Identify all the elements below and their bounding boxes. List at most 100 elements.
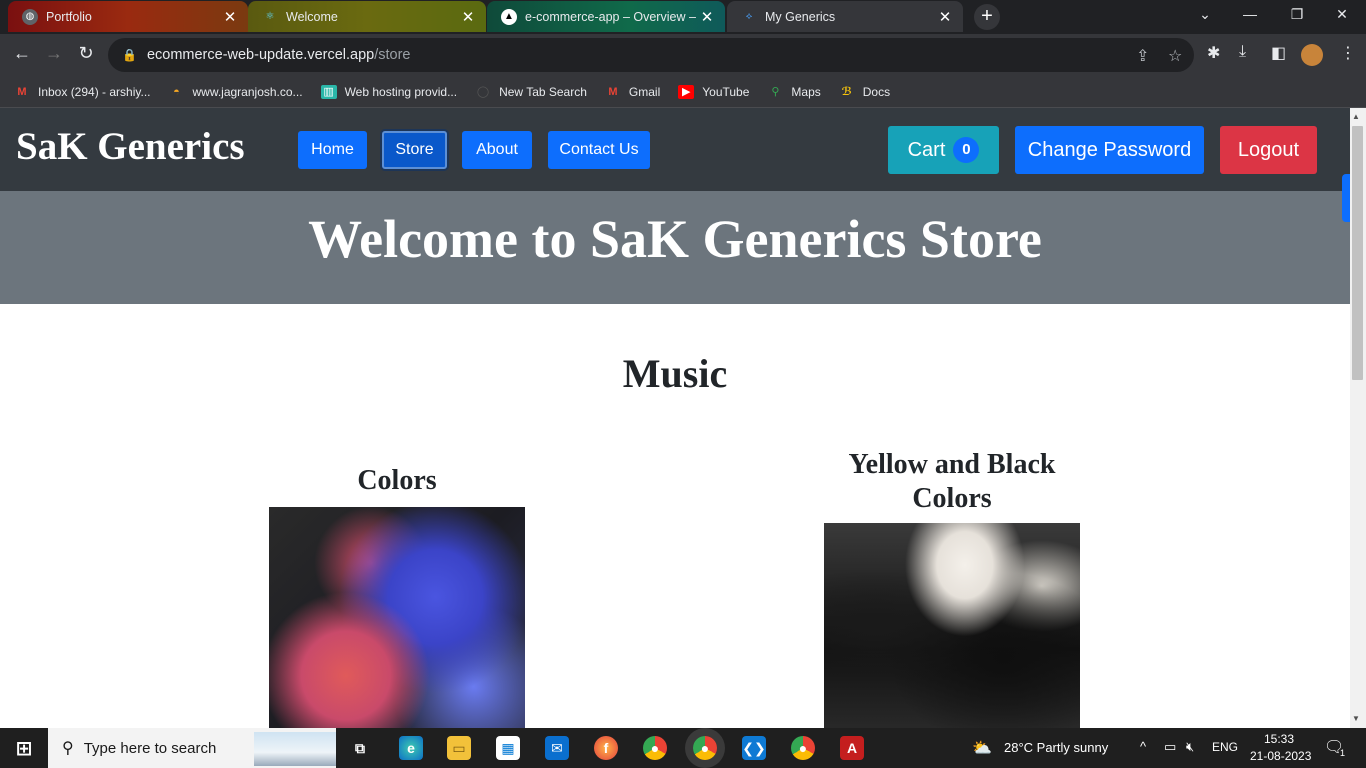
search-placeholder: Type here to search [83,739,217,757]
map-pin-icon: ⚲ [771,86,780,98]
bookmark-label: Web hosting provid... [344,84,458,99]
new-tab-button[interactable]: + [974,4,1000,30]
site-brand: SaK Generics [16,125,245,168]
bookmark-maps[interactable]: ⚲ Maps [767,85,820,99]
bookmark-inbox[interactable]: M Inbox (294) - arshiy... [14,84,151,99]
back-icon[interactable]: ← [10,43,34,64]
weather-icon[interactable]: ⛅ [972,738,992,758]
chrome-icon[interactable]: ● [643,736,667,760]
language-indicator[interactable]: ENG [1212,740,1238,754]
show-hidden-icons[interactable]: ^ [1140,739,1146,754]
bookmark-label: Docs [862,84,891,99]
address-bar[interactable]: 🔒 ecommerce-web-update.vercel.app/store … [108,38,1194,72]
tab-title: Portfolio [46,9,92,24]
search-icon: ⚲ [62,740,74,757]
bookmark-youtube[interactable]: ▶ YouTube [678,84,750,99]
docs-icon: ℬ [841,86,852,98]
tab-search-icon[interactable]: ⌄ [1193,6,1217,23]
hosting-icon: ▥ [320,84,337,99]
change-password-button[interactable]: Change Password [1015,126,1204,174]
chrome-icon[interactable]: ● [791,736,815,760]
share-icon[interactable]: ⇪ [1136,46,1149,66]
bookmark-label: Maps [791,84,821,99]
search-icon: ◯ [476,86,490,98]
volume-muted-icon[interactable]: 🔇︎ [1186,739,1194,755]
windows-start-icon[interactable]: ⊞ [12,736,36,760]
close-tab-icon[interactable]: ✕ [697,8,717,26]
close-tab-icon[interactable]: ✕ [935,8,955,26]
web-page: SaK Generics Home Store About Contact Us… [0,108,1350,728]
close-tab-icon[interactable]: ✕ [220,8,240,26]
scroll-down-icon[interactable]: ▼ [1352,714,1360,723]
battery-icon[interactable]: ▭ [1164,739,1176,755]
tab-my-generics[interactable]: ⟡ My Generics ✕ [727,1,963,32]
mail-icon[interactable]: ✉ [545,736,569,760]
bookmark-label: Gmail [628,84,661,99]
tab-vercel-overview[interactable]: ▲ e-commerce-app – Overview – Ve ✕ [487,1,725,32]
vscode-icon[interactable]: ❮❯ [742,736,766,760]
gmail-icon: M [17,85,27,98]
side-panel-icon[interactable]: ◧ [1271,43,1286,63]
bookmark-web-hosting[interactable]: ▥ Web hosting provid... [320,84,458,99]
product-image-yellow-black[interactable] [824,523,1080,728]
firefox-icon[interactable]: f [594,736,618,760]
floating-side-tab[interactable] [1342,174,1350,222]
product-image-colors[interactable] [269,507,525,728]
nav-store-button[interactable]: Store [382,131,447,169]
clock-time[interactable]: 15:33 [1264,732,1294,746]
nav-contact-button[interactable]: Contact Us [548,131,650,169]
file-explorer-icon[interactable]: ▭ [447,736,471,760]
bookmark-label: Inbox (294) - arshiy... [38,84,151,99]
download-icon[interactable]: ⤓ [1239,43,1246,61]
bookmark-docs[interactable]: ℬ Docs [839,85,890,99]
restore-icon[interactable]: ❐ [1285,6,1309,23]
logout-button[interactable]: Logout [1220,126,1317,174]
react-icon: ⚛ [265,11,275,22]
windows-taskbar: ⊞ ⚲ Type here to search ⧉ e ▭ ▦ ✉ f ● ● … [0,728,1366,768]
chrome-profile-icon[interactable]: ● [693,736,717,760]
close-tab-icon[interactable]: ✕ [458,8,478,26]
edge-icon[interactable]: e [399,736,423,760]
pdf-reader-icon[interactable]: A [840,736,864,760]
welcome-banner: Welcome to SaK Generics Store [0,191,1350,304]
product-title: Colors [357,465,437,496]
tab-welcome[interactable]: ⚛ Welcome ✕ [248,1,486,32]
nav-home-button[interactable]: Home [298,131,367,169]
bridge-image [254,732,336,766]
browser-tab-strip: ◍ Portfolio ✕ ⚛ Welcome ✕ ▲ e-commerce-a… [0,0,1366,34]
site-navbar: SaK Generics Home Store About Contact Us… [0,108,1350,191]
nav-about-button[interactable]: About [462,131,532,169]
bookmarks-bar: M Inbox (294) - arshiy... ◓ www.jagranjosh… [0,76,1366,108]
cart-count-badge: 0 [953,137,980,163]
bookmark-label: YouTube [702,84,750,99]
lock-icon: 🔒 [122,48,137,62]
store-icon[interactable]: ▦ [496,736,520,760]
bookmark-label: www.jagranjosh.co... [192,84,303,99]
cart-button[interactable]: Cart 0 [888,126,999,174]
bookmark-gmail[interactable]: M Gmail [605,85,660,99]
minimize-icon[interactable]: — [1238,6,1262,22]
menu-icon[interactable]: ⋮ [1340,43,1356,63]
extensions-icon[interactable]: ✱ [1207,43,1220,63]
tab-title: e-commerce-app – Overview – Ve [525,9,697,24]
weather-text[interactable]: 28°C Partly sunny [1004,740,1108,755]
scrollbar-thumb[interactable] [1352,126,1363,380]
clock-date[interactable]: 21-08-2023 [1250,749,1311,763]
scroll-up-icon[interactable]: ▲ [1352,112,1360,121]
reload-icon[interactable]: ↻ [74,43,98,64]
task-view-icon[interactable]: ⧉ [348,736,372,760]
bookmark-star-icon[interactable]: ☆ [1168,46,1182,66]
bookmark-jagranjosh[interactable]: ◓ www.jagranjosh.co... [169,84,303,99]
product-title: Yellow and Black Colors [848,449,1056,514]
tab-portfolio[interactable]: ◍ Portfolio ✕ [8,1,248,32]
forward-icon[interactable]: → [42,43,66,64]
sun-icon: ◓ [173,85,180,98]
url-path: /store [374,47,411,63]
vercel-icon: ▲ [501,8,517,25]
globe-icon: ◍ [22,8,38,25]
taskbar-search-box[interactable]: ⚲ Type here to search [48,728,336,768]
bookmark-label: New Tab Search [499,84,587,99]
close-window-icon[interactable]: ✕ [1330,6,1354,23]
bookmark-new-tab-search[interactable]: ◯ New Tab Search [475,85,587,99]
profile-avatar[interactable] [1301,44,1323,66]
